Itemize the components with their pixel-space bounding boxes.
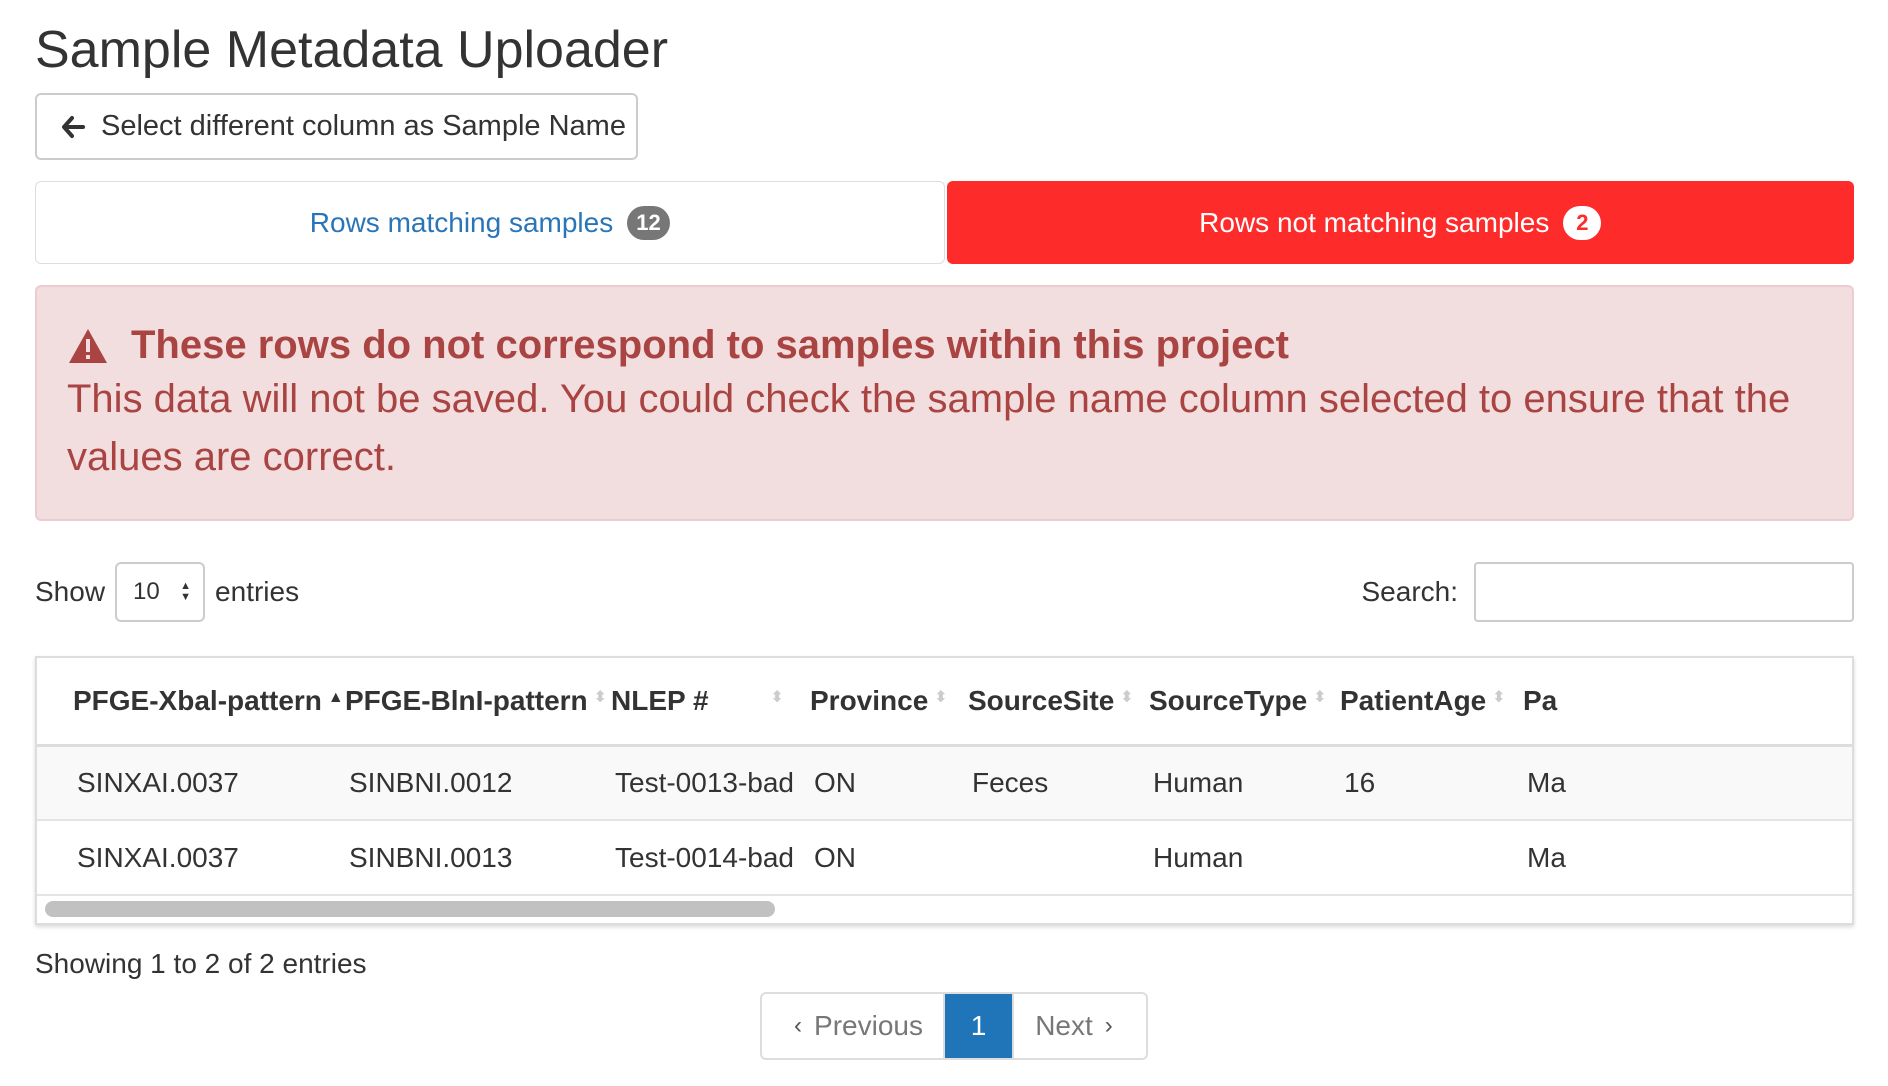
table-search: Search: bbox=[1361, 562, 1854, 622]
table-cell: Human bbox=[1113, 820, 1304, 896]
entries-length-control: Show 10 ▲ ▼ entries bbox=[35, 562, 299, 622]
entries-per-page-value: 10 bbox=[133, 578, 160, 605]
show-label: Show bbox=[35, 576, 106, 607]
table-header-row: PFGE-Xbal-pattern ▲ PFGE-BlnI-pattern ⬍ NL… bbox=[37, 658, 1852, 747]
page-title: Sample Metadata Uploader bbox=[35, 21, 669, 79]
table-row: SINXAI.0037 SINBNI.0012 Test-0013-bad ON… bbox=[37, 745, 1852, 821]
entries-label: entries bbox=[215, 576, 300, 607]
table-row: SINXAI.0037 SINBNI.0013 Test-0014-bad ON… bbox=[37, 820, 1852, 896]
pagination: ‹ Previous 1 Next › bbox=[760, 992, 1148, 1060]
tab-rows-matching[interactable]: Rows matching samples 12 bbox=[35, 181, 945, 264]
table-cell: 16 bbox=[1304, 745, 1487, 821]
column-header[interactable]: PFGE-BlnI-pattern ⬍ bbox=[309, 658, 607, 747]
table-cell: SINXAI.0037 bbox=[37, 820, 309, 896]
match-tabs: Rows matching samples 12 Rows not matchi… bbox=[35, 181, 1854, 264]
not-matching-alert: These rows do not correspond to samples … bbox=[35, 285, 1854, 521]
column-header[interactable]: SourceSite ⬍ bbox=[932, 658, 1134, 747]
table-cell: Test-0014-bad bbox=[575, 820, 794, 896]
warning-triangle-icon bbox=[69, 328, 107, 363]
column-header[interactable]: NLEP # ⬍ bbox=[575, 658, 784, 747]
select-arrows-icon: ▲ ▼ bbox=[180, 580, 192, 603]
previous-page-button[interactable]: ‹ Previous bbox=[762, 994, 945, 1058]
table-cell: SINXAI.0037 bbox=[37, 745, 309, 821]
table-cell: SINBNI.0013 bbox=[309, 820, 575, 896]
page: Sample Metadata Uploader Select differen… bbox=[0, 0, 1888, 1086]
column-header[interactable]: PatientAge ⬍ bbox=[1304, 658, 1506, 747]
page-1-button[interactable]: 1 bbox=[945, 994, 1012, 1058]
alert-message: This data will not be saved. You could c… bbox=[67, 377, 1791, 479]
chevron-left-icon: ‹ bbox=[794, 1012, 803, 1039]
table-cell: Ma bbox=[1487, 745, 1852, 821]
table-cell: Ma bbox=[1487, 820, 1852, 896]
column-header[interactable]: PFGE-Xbal-pattern ▲ bbox=[37, 658, 344, 747]
entries-per-page-select[interactable]: 10 ▲ ▼ bbox=[115, 562, 206, 622]
tab-rows-not-matching-label: Rows not matching samples bbox=[1199, 206, 1550, 238]
table-cell: Test-0013-bad bbox=[575, 745, 794, 821]
unmatched-rows-table-container: PFGE-Xbal-pattern ▲ PFGE-BlnI-pattern ⬍ NL… bbox=[35, 656, 1854, 925]
matching-count-badge: 12 bbox=[627, 205, 670, 240]
previous-label: Previous bbox=[814, 1010, 923, 1041]
horizontal-scrollbar[interactable] bbox=[45, 901, 775, 917]
table-cell: Feces bbox=[932, 745, 1113, 821]
unmatched-rows-table: PFGE-Xbal-pattern ▲ PFGE-BlnI-pattern ⬍ NL… bbox=[37, 658, 1852, 896]
column-header[interactable]: Pa bbox=[1487, 658, 1852, 747]
tab-rows-matching-label: Rows matching samples bbox=[309, 206, 614, 238]
next-page-button[interactable]: Next › bbox=[1012, 994, 1146, 1058]
search-input[interactable] bbox=[1474, 562, 1854, 622]
column-header[interactable]: SourceType ⬍ bbox=[1113, 658, 1327, 747]
table-cell: SINBNI.0012 bbox=[309, 745, 575, 821]
table-cell bbox=[932, 820, 1113, 896]
search-label: Search: bbox=[1361, 576, 1459, 607]
table-cell bbox=[1304, 820, 1487, 896]
chevron-right-icon: › bbox=[1104, 1012, 1113, 1039]
alert-title: These rows do not correspond to samples … bbox=[131, 323, 1289, 367]
arrow-left-icon bbox=[61, 115, 85, 139]
table-cell: ON bbox=[774, 820, 932, 896]
select-different-column-button[interactable]: Select different column as Sample Name bbox=[35, 93, 638, 160]
next-label: Next bbox=[1035, 1010, 1093, 1041]
alert-title-row: These rows do not correspond to samples … bbox=[67, 323, 1820, 368]
table-cell: ON bbox=[774, 745, 932, 821]
table-info: Showing 1 to 2 of 2 entries bbox=[35, 948, 367, 979]
column-header[interactable]: Province ⬍ bbox=[774, 658, 948, 747]
select-different-column-label: Select different column as Sample Name bbox=[101, 110, 626, 142]
tab-rows-not-matching[interactable]: Rows not matching samples 2 bbox=[946, 181, 1854, 264]
not-matching-count-badge: 2 bbox=[1563, 205, 1602, 240]
table-cell: Human bbox=[1113, 745, 1304, 821]
